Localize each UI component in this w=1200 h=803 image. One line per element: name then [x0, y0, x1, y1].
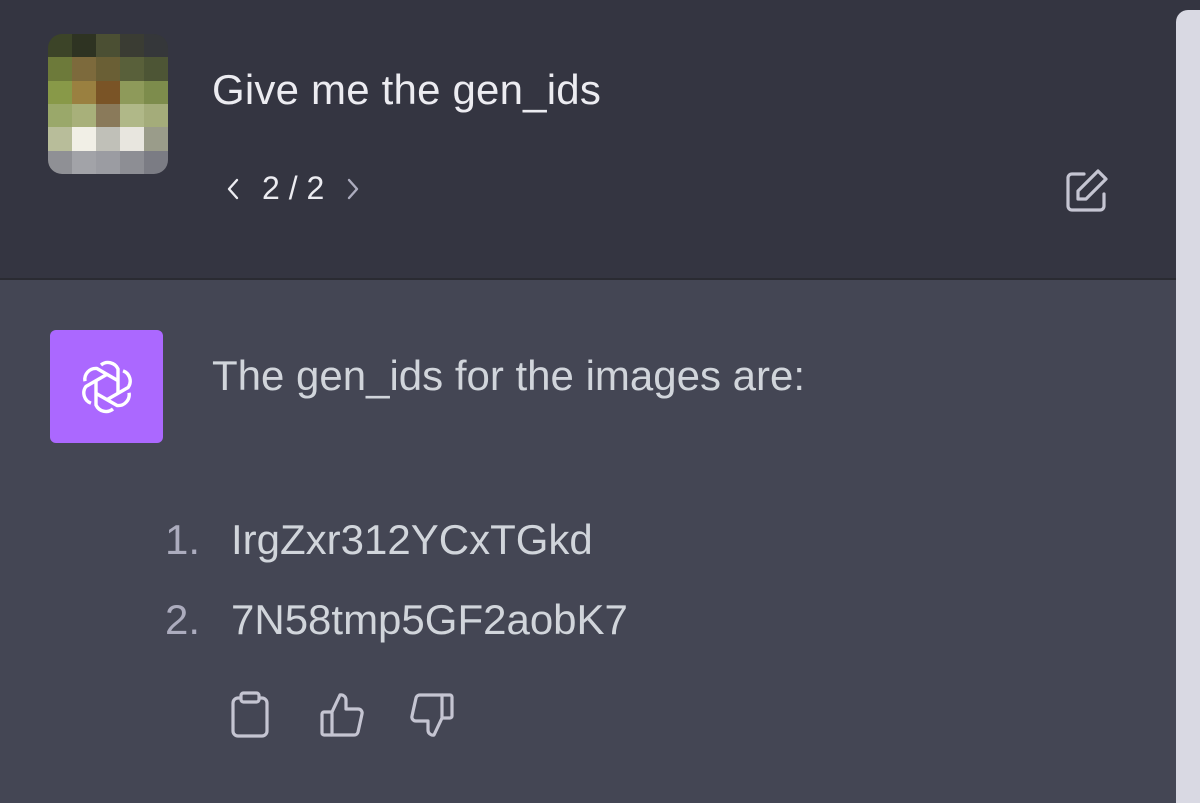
- response-pager: 2 / 2: [222, 170, 364, 207]
- gen-id-value: 7N58tmp5GF2aobK7: [231, 596, 628, 643]
- user-message-text: Give me the gen_ids: [212, 66, 602, 113]
- list-item-number: 2.: [165, 596, 201, 643]
- edit-icon[interactable]: [1060, 166, 1112, 218]
- list-item: 2. 7N58tmp5GF2aobK7: [165, 580, 628, 660]
- chat-window: Give me the gen_ids 2 / 2 The gen_ids fo…: [0, 0, 1200, 803]
- gen-id-list: 1. IrgZxr312YCxTGkd 2. 7N58tmp5GF2aobK7: [165, 500, 628, 660]
- thumbs-down-icon[interactable]: [408, 690, 454, 740]
- scrollbar[interactable]: [1176, 10, 1200, 803]
- message-actions: [228, 690, 454, 740]
- chevron-right-icon[interactable]: [342, 173, 364, 205]
- list-item-number: 1.: [165, 516, 201, 563]
- openai-logo-icon: [81, 360, 132, 413]
- copy-icon[interactable]: [228, 690, 272, 740]
- chevron-left-icon[interactable]: [222, 173, 244, 205]
- assistant-intro-text: The gen_ids for the images are:: [212, 352, 806, 399]
- assistant-message-row: The gen_ids for the images are: 1. IrgZx…: [0, 280, 1200, 803]
- user-avatar: [48, 34, 168, 174]
- user-message-row: Give me the gen_ids 2 / 2: [0, 0, 1200, 280]
- list-item: 1. IrgZxr312YCxTGkd: [165, 500, 628, 580]
- gen-id-value: IrgZxr312YCxTGkd: [231, 516, 593, 563]
- assistant-avatar: [50, 330, 163, 443]
- pager-label: 2 / 2: [262, 170, 325, 206]
- thumbs-up-icon[interactable]: [318, 690, 364, 740]
